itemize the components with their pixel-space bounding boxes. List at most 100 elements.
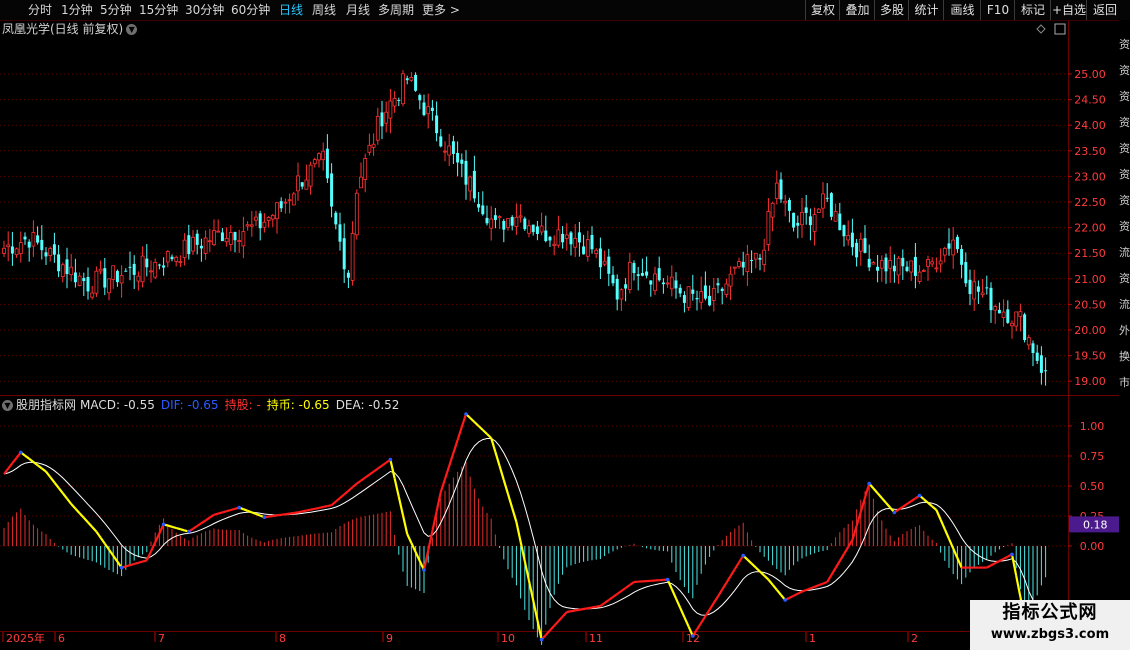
candle-body-down[interactable] [682,295,686,303]
candle-body-up[interactable] [896,257,901,276]
candle-body-down[interactable] [535,226,539,235]
candle-body-down[interactable] [510,216,514,226]
candle-body-up[interactable] [409,76,414,81]
candle-body-down[interactable] [720,288,724,291]
candle-body-up[interactable] [762,249,767,266]
candle-body-up[interactable] [728,273,733,287]
candle-body-up[interactable] [388,100,393,119]
candle-body-up[interactable] [216,230,221,233]
candle-body-down[interactable] [716,283,720,286]
candle-body-up[interactable] [60,264,65,277]
candle-body-up[interactable] [392,97,397,107]
candle-body-up[interactable] [585,239,590,257]
candle-body-down[interactable] [157,264,161,266]
candle-body-down[interactable] [464,160,468,185]
candle-body-down[interactable] [804,207,808,213]
candle-body-up[interactable] [489,218,494,229]
period-tab-9[interactable]: 多周期 [378,2,414,18]
candle-body-up[interactable] [165,250,170,263]
candle-body-down[interactable] [439,136,443,147]
candle-body-down[interactable] [876,266,880,271]
candle-body-down[interactable] [477,204,481,208]
candle-body-down[interactable] [741,261,745,268]
candle-body-up[interactable] [1010,322,1014,327]
candle-body-up[interactable] [317,153,321,161]
candle-body-up[interactable] [94,270,99,294]
candle-body-down[interactable] [657,268,661,281]
candle-body-down[interactable] [838,213,842,231]
candle-body-up[interactable] [2,247,6,254]
candle-body-down[interactable] [36,235,40,243]
candle-body-up[interactable] [732,266,737,269]
candle-body-down[interactable] [502,220,506,230]
toolbar-button-7[interactable]: +自选 [1050,0,1087,20]
candle-body-up[interactable] [564,234,569,239]
period-tab-5[interactable]: 60分钟 [231,2,270,18]
candlestick-chart[interactable] [2,70,1048,386]
candle-body-down[interactable] [884,257,888,272]
candle-body-up[interactable] [69,266,74,276]
candle-body-down[interactable] [598,248,602,268]
candle-body-up[interactable] [228,232,233,245]
candle-body-up[interactable] [212,230,216,245]
candle-body-up[interactable] [1026,337,1031,346]
candle-body-up[interactable] [993,306,998,311]
toolbar-button-6[interactable]: 标记 [1014,0,1051,20]
candle-body-up[interactable] [350,233,355,281]
candle-body-up[interactable] [207,240,212,243]
chevron-down-icon[interactable]: ▼ [2,400,13,411]
toolbar-button-1[interactable]: 叠加 [839,0,875,20]
candle-body-up[interactable] [367,144,372,153]
candle-body-down[interactable] [645,271,649,276]
candle-body-down[interactable] [964,262,968,284]
period-tab-10[interactable]: 更多 > [422,2,460,18]
candle-body-up[interactable] [174,256,179,262]
candle-body-up[interactable] [321,150,326,161]
candle-body-down[interactable] [10,246,14,254]
candle-body-up[interactable] [745,254,750,272]
chevron-down-icon[interactable]: ▼ [126,24,138,35]
candle-body-down[interactable] [422,102,426,116]
candle-body-up[interactable] [270,214,275,220]
candle-body-down[interactable] [615,278,619,300]
candle-body-down[interactable] [456,152,460,163]
candle-body-up[interactable] [514,216,519,227]
period-tab-2[interactable]: 5分钟 [100,2,132,18]
candle-body-up[interactable] [573,237,578,248]
candle-body-up[interactable] [518,215,523,218]
candle-body-down[interactable] [86,276,90,292]
candle-body-up[interactable] [833,211,838,222]
candle-body-down[interactable] [220,232,224,242]
candle-body-up[interactable] [846,235,851,241]
candle-body-up[interactable] [783,200,788,204]
candle-body-down[interactable] [342,238,346,270]
candle-body-down[interactable] [636,274,640,276]
candle-body-up[interactable] [119,275,124,284]
candle-body-down[interactable] [863,238,867,253]
candle-body-up[interactable] [77,275,82,286]
candle-body-down[interactable] [73,272,77,283]
candle-body-up[interactable] [18,242,23,254]
candle-body-up[interactable] [296,175,300,192]
candle-body-down[interactable] [577,232,581,243]
candle-body-up[interactable] [724,283,729,295]
diamond-icon[interactable] [1036,24,1046,34]
candle-body-down[interactable] [569,232,573,245]
candle-body-down[interactable] [649,280,653,285]
candle-body-down[interactable] [561,233,565,243]
candle-body-down[interactable] [162,265,166,268]
candle-body-up[interactable] [665,282,670,285]
candle-body-down[interactable] [901,257,905,267]
candle-body-up[interactable] [178,261,183,264]
candle-body-down[interactable] [300,182,304,187]
candle-body-down[interactable] [758,257,762,260]
candle-body-down[interactable] [590,234,594,250]
candle-body-up[interactable] [237,240,242,242]
candle-body-down[interactable] [103,268,107,288]
candle-body-up[interactable] [619,289,624,300]
candle-body-up[interactable] [136,275,141,282]
candle-body-down[interactable] [132,263,136,275]
candle-body-down[interactable] [414,74,418,91]
candle-body-up[interactable] [938,260,943,265]
candle-body-down[interactable] [544,230,548,242]
